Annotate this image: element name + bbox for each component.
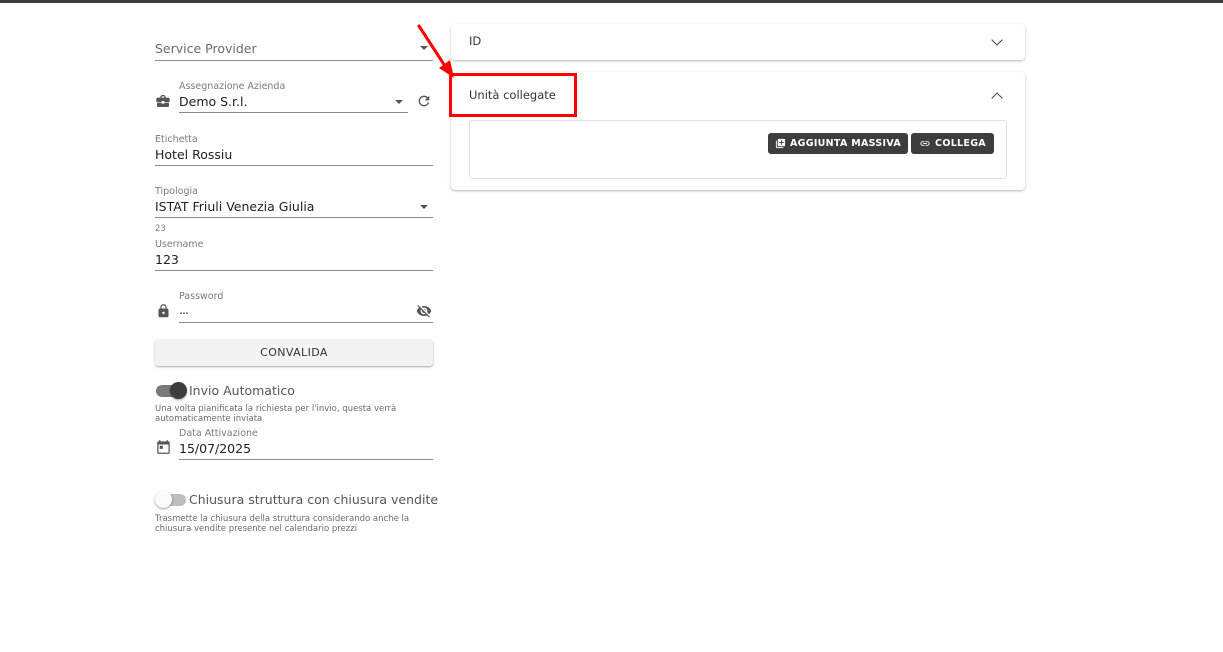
field-underline [155, 165, 433, 166]
field-underline [155, 217, 433, 218]
unita-collegate-content: AGGIUNTA MASSIVA COLLEGA [469, 120, 1007, 179]
calendar-icon [157, 440, 170, 454]
password-value: ... [179, 302, 189, 317]
username-value: 123 [155, 252, 179, 267]
link-icon [920, 141, 930, 146]
data-attivazione-value: 15/07/2025 [179, 441, 252, 456]
lock-icon [158, 304, 169, 318]
field-underline [155, 270, 433, 271]
convalida-button[interactable]: CONVALIDA [155, 339, 433, 366]
chevron-up-icon[interactable] [991, 92, 1003, 104]
invio-automatico-label: Invio Automatico [189, 383, 295, 398]
field-underline [179, 459, 433, 460]
tipologia-value: ISTAT Friuli Venezia Giulia [155, 199, 315, 214]
service-provider-placeholder: Service Provider [155, 41, 257, 56]
chiusura-struttura-helper: Trasmette la chiusura della struttura co… [155, 514, 410, 534]
invio-automatico-helper: Una volta pianificata la richiesta per l… [155, 404, 397, 424]
collega-button[interactable]: COLLEGA [911, 133, 994, 154]
chiusura-struttura-label: Chiusura struttura con chiusura vendite [189, 492, 439, 507]
annotation-arrow-icon [417, 24, 454, 78]
invio-automatico-toggle[interactable] [156, 382, 187, 399]
toggle-knob [170, 382, 187, 399]
password-label: Password [179, 291, 224, 302]
accordion-id-panel[interactable]: ID [451, 24, 1025, 60]
tipologia-label: Tipologia [155, 186, 198, 197]
toggle-knob [155, 491, 172, 508]
field-underline [155, 60, 433, 61]
collega-label: COLLEGA [935, 138, 986, 149]
data-attivazione-label: Data Attivazione [179, 428, 258, 439]
eye-off-icon[interactable] [415, 303, 433, 319]
aggiunta-massiva-label: AGGIUNTA MASSIVA [789, 138, 901, 149]
assegnazione-label: Assegnazione Azienda [179, 81, 286, 92]
top-bar [0, 0, 1223, 3]
assegnazione-value: Demo S.r.l. [179, 94, 248, 109]
chiusura-struttura-toggle[interactable] [155, 491, 186, 508]
dropdown-caret-icon [395, 100, 403, 104]
tipologia-counter: 23 [155, 224, 166, 234]
library-add-icon [775, 138, 786, 149]
accordion-id-title: ID [469, 34, 482, 48]
chevron-down-icon[interactable] [991, 34, 1003, 46]
field-underline [179, 322, 433, 323]
dropdown-caret-icon [420, 205, 428, 209]
refresh-icon[interactable] [416, 93, 432, 109]
etichetta-value: Hotel Rossiu [155, 147, 233, 162]
annotation-highlight-box [449, 73, 577, 117]
etichetta-label: Etichetta [155, 134, 198, 145]
aggiunta-massiva-button[interactable]: AGGIUNTA MASSIVA [768, 133, 908, 154]
field-underline [179, 112, 408, 113]
username-label: Username [155, 239, 204, 250]
briefcase-icon [156, 95, 170, 107]
